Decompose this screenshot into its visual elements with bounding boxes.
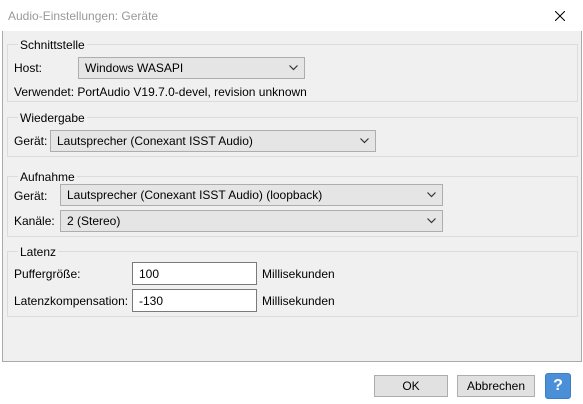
latency-compensation-label: Latenzkompensation: [14,294,129,308]
close-icon [555,10,565,21]
channels-dropdown[interactable]: 2 (Stereo) [60,210,443,232]
channels-value: 2 (Stereo) [67,214,121,228]
playback-device-label: Gerät: [14,134,48,148]
host-dropdown-value: Windows WASAPI [85,61,184,75]
recording-group-title: Aufnahme [18,170,77,184]
chevron-down-icon [427,218,436,224]
channels-label: Kanäle: [14,214,55,228]
chevron-down-icon [427,192,436,198]
latency-group: Latenz Puffergröße: 100 Millisekunden La… [7,246,578,317]
buffer-size-label: Puffergröße: [14,267,81,281]
audio-settings-dialog: Audio-Einstellungen: Geräte Schnittstell… [0,0,583,404]
ok-button[interactable]: OK [374,375,448,397]
interface-group: Schnittstelle Host: Windows WASAPI Verwe… [7,39,578,102]
buffer-size-input[interactable]: 100 [132,262,257,285]
chevron-down-icon [289,65,298,71]
button-bar: OK Abbrechen ? [0,362,583,404]
playback-device-dropdown[interactable]: Lautsprecher (Conexant ISST Audio) [50,130,376,152]
title-bar: Audio-Einstellungen: Geräte [0,0,583,31]
settings-panel: Schnittstelle Host: Windows WASAPI Verwe… [2,31,582,362]
buffer-size-value: 100 [139,267,160,281]
close-button[interactable] [537,0,583,31]
cancel-button-label: Abbrechen [466,379,526,393]
ok-button-label: OK [402,379,420,393]
help-button[interactable]: ? [545,373,571,399]
recording-group: Aufnahme Gerät: Lautsprecher (Conexant I… [7,171,578,237]
playback-group: Wiedergabe Gerät: Lautsprecher (Conexant… [7,112,578,157]
latency-compensation-value: -130 [139,294,164,308]
recording-device-value: Lautsprecher (Conexant ISST Audio) (loop… [67,188,323,202]
recording-device-label: Gerät: [14,189,48,203]
recording-device-dropdown[interactable]: Lautsprecher (Conexant ISST Audio) (loop… [60,184,443,206]
playback-group-title: Wiedergabe [18,111,87,125]
playback-device-value: Lautsprecher (Conexant ISST Audio) [57,134,253,148]
cancel-button[interactable]: Abbrechen [457,375,535,397]
host-dropdown[interactable]: Windows WASAPI [78,57,305,79]
chevron-down-icon [360,138,369,144]
interface-group-title: Schnittstelle [18,38,87,52]
latency-compensation-unit: Millisekunden [262,294,335,308]
host-label: Host: [14,61,43,75]
latency-group-title: Latenz [18,245,59,259]
latency-compensation-input[interactable]: -130 [132,289,257,312]
window-title: Audio-Einstellungen: Geräte [8,9,159,23]
using-info: Verwendet: PortAudio V19.7.0-devel, revi… [14,85,307,99]
buffer-size-unit: Millisekunden [262,267,335,281]
help-icon: ? [553,377,563,394]
